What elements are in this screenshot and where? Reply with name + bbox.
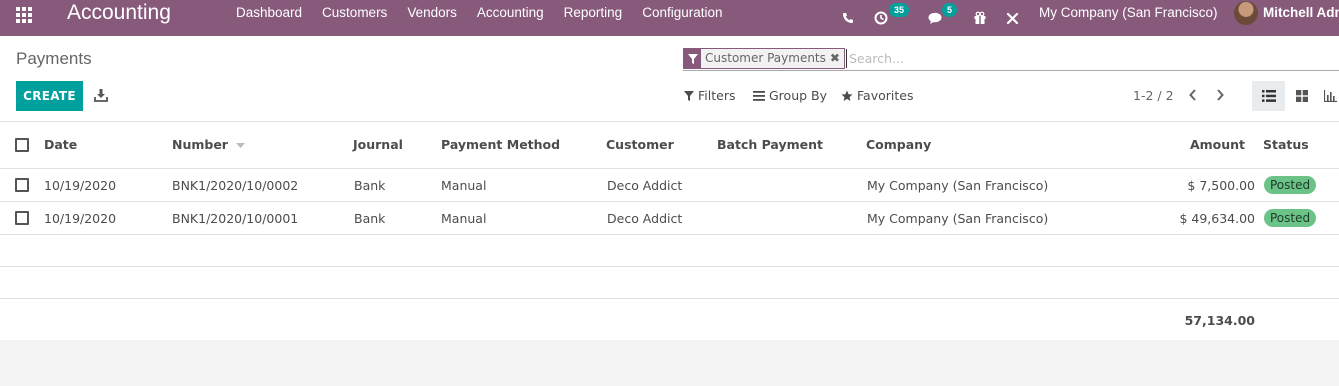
filters-button[interactable]: Filters: [684, 88, 735, 103]
group-by-label: Group By: [769, 88, 828, 103]
cell-payment-method: Manual: [441, 211, 487, 226]
table-header: Date Number Journal Payment Method Custo…: [0, 122, 1339, 169]
cell-journal: Bank: [354, 211, 386, 226]
amount-total: 57,134.00: [1184, 313, 1255, 328]
filters-label: Filters: [698, 88, 736, 103]
payments-table: Date Number Journal Payment Method Custo…: [0, 122, 1339, 340]
top-navbar: Accounting Dashboard Customers Vendors A…: [0, 0, 1339, 36]
pager-value[interactable]: 1-2 / 2: [1133, 88, 1174, 103]
company-switcher[interactable]: My Company (San Francisco): [1039, 5, 1218, 20]
menu-customers[interactable]: Customers: [322, 5, 387, 20]
cell-number: BNK1/2020/10/0001: [172, 211, 299, 226]
favorites-button[interactable]: Favorites: [841, 88, 913, 103]
search-bar: Customer Payments ✖: [683, 47, 1339, 71]
bars-icon: [753, 90, 765, 101]
cell-company: My Company (San Francisco): [867, 211, 1049, 226]
row-checkbox[interactable]: [15, 178, 29, 192]
create-button[interactable]: CREATE: [16, 81, 83, 111]
menu-vendors[interactable]: Vendors: [407, 5, 457, 20]
column-amount[interactable]: Amount: [1190, 137, 1245, 152]
activity-clock-icon[interactable]: [874, 0, 888, 36]
search-input[interactable]: [846, 49, 1316, 68]
download-icon[interactable]: [94, 88, 110, 104]
column-date[interactable]: Date: [44, 137, 77, 152]
menu-accounting[interactable]: Accounting: [477, 5, 544, 20]
column-company[interactable]: Company: [866, 137, 931, 152]
menu-dashboard[interactable]: Dashboard: [236, 5, 302, 20]
kanban-view-icon[interactable]: [1285, 81, 1318, 111]
column-customer[interactable]: Customer: [606, 137, 674, 152]
select-all-checkbox[interactable]: [15, 138, 29, 152]
star-icon: [841, 90, 853, 101]
cell-number: BNK1/2020/10/0002: [172, 178, 299, 193]
menu-reporting[interactable]: Reporting: [564, 5, 623, 20]
column-payment-method[interactable]: Payment Method: [441, 137, 560, 152]
table-row[interactable]: 10/19/2020 BNK1/2020/10/0001 Bank Manual…: [0, 202, 1339, 235]
cell-amount: $ 49,634.00: [1179, 211, 1255, 226]
empty-row: [0, 235, 1339, 267]
apps-grid-icon[interactable]: [16, 7, 34, 25]
empty-row: [0, 267, 1339, 299]
main-menu: Dashboard Customers Vendors Accounting R…: [236, 5, 743, 20]
row-checkbox[interactable]: [15, 211, 29, 225]
column-batch-payment[interactable]: Batch Payment: [717, 137, 823, 152]
pager-next-icon[interactable]: [1215, 88, 1229, 104]
funnel-icon: [684, 90, 694, 101]
user-avatar[interactable]: [1234, 1, 1258, 25]
status-badge: Posted: [1264, 176, 1317, 194]
facet-remove-icon[interactable]: ✖: [830, 49, 844, 68]
cell-amount: $ 7,500.00: [1187, 178, 1255, 193]
tools-icon[interactable]: [1006, 0, 1019, 36]
activity-count-badge: 35: [889, 3, 910, 17]
group-by-button[interactable]: Group By: [753, 88, 827, 103]
app-title[interactable]: Accounting: [67, 1, 171, 25]
column-journal[interactable]: Journal: [353, 137, 403, 152]
pager-previous-icon[interactable]: [1188, 88, 1202, 104]
cell-company: My Company (San Francisco): [867, 178, 1049, 193]
cell-journal: Bank: [354, 178, 386, 193]
filter-facet-icon: [684, 49, 701, 68]
graph-view-icon[interactable]: [1318, 81, 1339, 111]
cell-date: 10/19/2020: [44, 178, 117, 193]
cell-customer: Deco Addict: [607, 211, 683, 226]
list-view-icon[interactable]: [1252, 81, 1285, 111]
chat-icon[interactable]: [928, 0, 943, 36]
page-title: Payments: [16, 49, 92, 68]
column-number-label: Number: [172, 137, 228, 152]
menu-configuration[interactable]: Configuration: [642, 5, 722, 20]
phone-icon[interactable]: [842, 0, 854, 36]
message-count-badge: 5: [942, 3, 958, 17]
sort-caret-icon: [236, 143, 246, 148]
user-menu[interactable]: Mitchell Admin: [1263, 5, 1339, 20]
column-status[interactable]: Status: [1263, 137, 1309, 152]
favorites-label: Favorites: [857, 88, 914, 103]
cell-date: 10/19/2020: [44, 211, 117, 226]
control-panel: Payments Customer Payments ✖ CREATE Filt…: [0, 36, 1339, 122]
cell-customer: Deco Addict: [607, 178, 683, 193]
search-facet: Customer Payments ✖: [683, 48, 845, 69]
gift-icon[interactable]: [973, 0, 987, 36]
facet-label: Customer Payments: [705, 51, 826, 65]
table-row[interactable]: 10/19/2020 BNK1/2020/10/0002 Bank Manual…: [0, 169, 1339, 202]
column-number[interactable]: Number: [172, 137, 246, 152]
status-badge: Posted: [1264, 209, 1317, 227]
cell-payment-method: Manual: [441, 178, 487, 193]
